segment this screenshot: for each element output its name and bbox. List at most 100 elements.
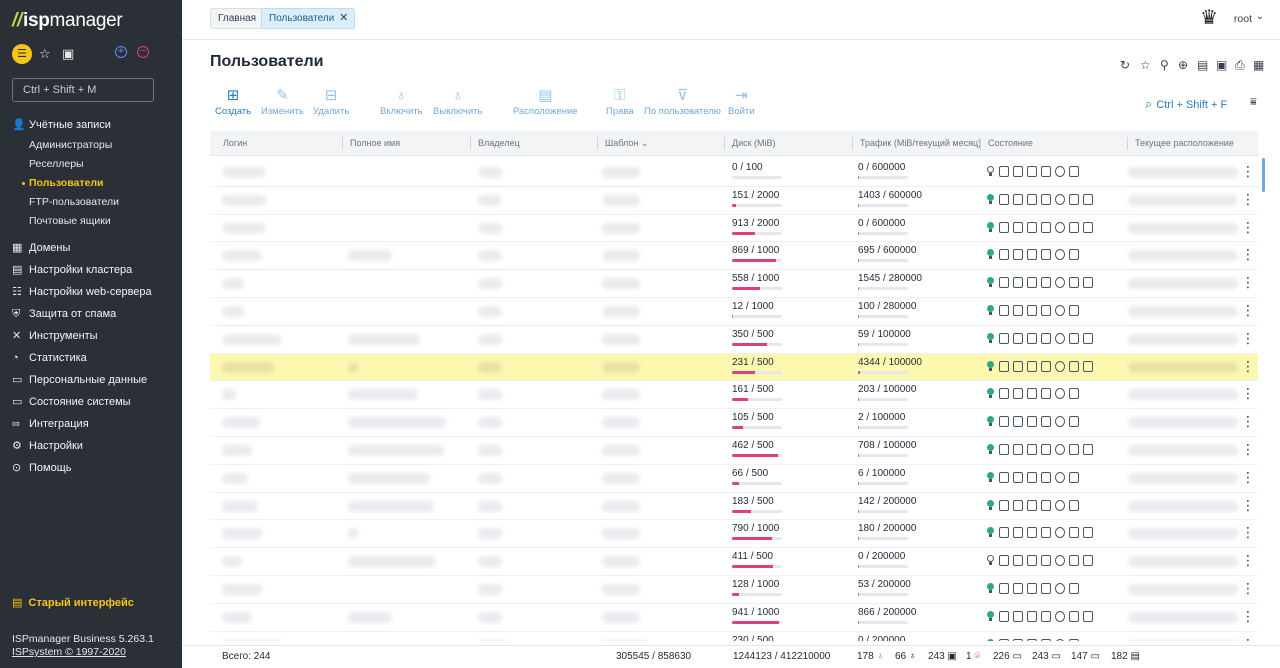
table-row[interactable]: 0 / 100 0 / 600000 ⋮	[210, 159, 1258, 187]
table-row[interactable]: 151 / 2000 1403 / 600000 ⋮	[210, 187, 1258, 215]
star-icon[interactable]: ☆	[39, 46, 51, 62]
row-menu-icon[interactable]: ⋮	[1241, 275, 1255, 289]
edit-button[interactable]: ✎ Изменить	[261, 86, 304, 117]
row-menu-icon[interactable]: ⋮	[1241, 553, 1255, 567]
pin-icon[interactable]: ⚲	[1160, 58, 1169, 72]
col-disk[interactable]: Диск (MiB)	[724, 131, 776, 156]
globe-icon[interactable]: ⊕	[1178, 58, 1188, 72]
row-menu-icon[interactable]: ⋮	[1241, 359, 1255, 373]
bulb-icon	[986, 555, 994, 566]
enable-button[interactable]: ♁ Включить	[380, 86, 423, 117]
table-row[interactable]: 558 / 1000 1545 / 280000 ⋮	[210, 270, 1258, 298]
table-row[interactable]: 161 / 500 203 / 100000 ⋮	[210, 381, 1258, 410]
table-row[interactable]: 105 / 500 2 / 100000 ⋮	[210, 409, 1258, 437]
sidebar: //ispmanager ☰ ☆ ▣ + − 👤Учётные записи А…	[0, 0, 182, 668]
table-row[interactable]: 913 / 2000 0 / 600000 ⋮	[210, 215, 1258, 243]
row-menu-icon[interactable]: ⋮	[1241, 442, 1255, 456]
nav-resellers[interactable]: Реселлеры	[0, 155, 182, 174]
login-as-button[interactable]: ⇥ Войти	[728, 86, 755, 117]
table-row[interactable]: 128 / 1000 53 / 200000 ⋮	[210, 576, 1258, 604]
col-state[interactable]: Состояние	[980, 131, 1033, 156]
tab-users[interactable]: Пользователи ✕	[261, 8, 356, 29]
row-menu-icon[interactable]: ⋮	[1241, 414, 1255, 428]
row-menu-icon[interactable]: ⋮	[1241, 525, 1255, 539]
row-menu-icon[interactable]: ⋮	[1241, 581, 1255, 595]
nav-cluster[interactable]: ▤ Настройки кластера	[0, 259, 182, 281]
refresh-icon[interactable]: ↻	[1120, 58, 1130, 72]
row-menu-icon[interactable]: ⋮	[1241, 192, 1255, 206]
old-interface-link[interactable]: ▤ Старый интерфейс	[12, 596, 134, 609]
create-button[interactable]: ⊞ Создать	[215, 86, 251, 117]
balance-icon[interactable]: ☰	[12, 44, 32, 64]
nav-ftp-users[interactable]: FTP-пользователи	[0, 193, 182, 212]
col-traffic[interactable]: Трафик (MiB/текущий месяц)	[851, 131, 981, 156]
row-menu-icon[interactable]: ⋮	[1241, 303, 1255, 317]
col-template[interactable]: Шаблон ⌄	[596, 131, 648, 156]
nav-settings[interactable]: ⚙ Настройки	[0, 435, 182, 457]
rights-button[interactable]: ⚿ Права	[606, 86, 634, 117]
tab-home[interactable]: Главная	[210, 8, 265, 29]
database-icon	[1069, 499, 1079, 511]
nav-system-state[interactable]: ▭ Состояние системы	[0, 391, 182, 413]
col-login[interactable]: Логин	[223, 131, 247, 156]
table-row[interactable]: 231 / 500 4344 / 100000 ⋮	[210, 353, 1258, 382]
row-menu-icon[interactable]: ⋮	[1241, 247, 1255, 261]
nav-spam[interactable]: ⛨ Защита от спама	[0, 303, 182, 325]
nav-mailboxes[interactable]: Почтовые ящики	[0, 212, 182, 231]
row-menu-icon[interactable]: ⋮	[1241, 609, 1255, 623]
copyright-link[interactable]: ISPsystem © 1997-2020	[12, 646, 154, 659]
col-owner[interactable]: Владелец	[470, 131, 520, 156]
row-menu-icon[interactable]: ⋮	[1241, 470, 1255, 484]
nav-admins[interactable]: Администраторы	[0, 136, 182, 155]
nav-integration[interactable]: ∞ Интеграция	[0, 413, 182, 435]
collapse-all-icon[interactable]: −	[137, 46, 149, 58]
table-row[interactable]: 183 / 500 142 / 200000 ⋮	[210, 493, 1258, 521]
export-icon[interactable]: ▣	[1216, 58, 1227, 72]
location-cell	[1128, 389, 1238, 401]
row-menu-icon[interactable]: ⋮	[1241, 164, 1255, 178]
table-row[interactable]: 350 / 500 59 / 100000 ⋮	[210, 326, 1258, 354]
table-settings-icon[interactable]: ▦	[1253, 58, 1264, 72]
delete-button[interactable]: ⊟ Удалить	[313, 86, 349, 117]
col-fullname[interactable]: Полное имя	[341, 131, 400, 156]
table-row[interactable]: 790 / 1000 180 / 200000 ⋮	[210, 520, 1258, 549]
table-scrollbar[interactable]	[1262, 158, 1265, 192]
briefcase-icon[interactable]: ▣	[62, 46, 74, 62]
row-menu-icon[interactable]: ⋮	[1241, 498, 1255, 512]
nav-tools[interactable]: ✕ Инструменты	[0, 325, 182, 347]
fullname-cell	[348, 250, 392, 262]
table-row[interactable]: 411 / 500 0 / 200000 ⋮	[210, 548, 1258, 576]
menu-search-input[interactable]	[12, 78, 154, 102]
row-menu-icon[interactable]: ⋮	[1241, 331, 1255, 345]
nav-help[interactable]: ⊙ Помощь	[0, 457, 182, 479]
location-button[interactable]: ▤ Расположение	[513, 86, 578, 117]
table-row[interactable]: 230 / 500 0 / 200000 ⋮	[210, 632, 1258, 641]
user-menu[interactable]: ♛ root ⌄	[1194, 6, 1264, 32]
star-icon[interactable]: ☆	[1140, 58, 1151, 72]
table-row[interactable]: 941 / 1000 866 / 200000 ⋮	[210, 604, 1258, 632]
nav-webserver[interactable]: ☷ Настройки web-сервера	[0, 281, 182, 303]
table-row[interactable]: 12 / 1000 100 / 280000 ⋮	[210, 298, 1258, 326]
print-icon[interactable]: ⎙	[1235, 58, 1245, 73]
expand-all-icon[interactable]: +	[115, 46, 127, 58]
nav-domains[interactable]: ▦ Домены	[0, 237, 182, 259]
filter-by-user-button[interactable]: ⊽ По пользователю	[644, 86, 721, 117]
disable-button[interactable]: ♁ Выключить	[433, 86, 482, 117]
document-icon[interactable]: ▤	[1197, 58, 1208, 72]
filter-icon[interactable]: ⩸	[1250, 96, 1257, 109]
row-menu-icon[interactable]: ⋮	[1241, 386, 1255, 400]
table-row[interactable]: 869 / 1000 695 / 600000 ⋮	[210, 242, 1258, 271]
nav-users[interactable]: Пользователи	[0, 174, 182, 193]
close-icon[interactable]: ✕	[339, 9, 348, 28]
nav-personal[interactable]: ▭ Персональные данные	[0, 369, 182, 391]
nav-stats[interactable]: ◔ Статистика	[0, 347, 182, 369]
col-location[interactable]: Текущее расположение	[1127, 131, 1234, 156]
state-icons	[986, 499, 1116, 514]
app-logo[interactable]: //ispmanager	[12, 10, 123, 32]
table-row[interactable]: 462 / 500 708 / 100000 ⋮	[210, 437, 1258, 465]
nav-accounts[interactable]: 👤 Учётные записи	[0, 114, 182, 136]
table-search-button[interactable]: ⌕ Ctrl + Shift + F	[1145, 96, 1227, 112]
row-menu-icon[interactable]: ⋮	[1241, 637, 1255, 641]
row-menu-icon[interactable]: ⋮	[1241, 220, 1255, 234]
table-row[interactable]: 66 / 500 6 / 100000 ⋮	[210, 465, 1258, 493]
